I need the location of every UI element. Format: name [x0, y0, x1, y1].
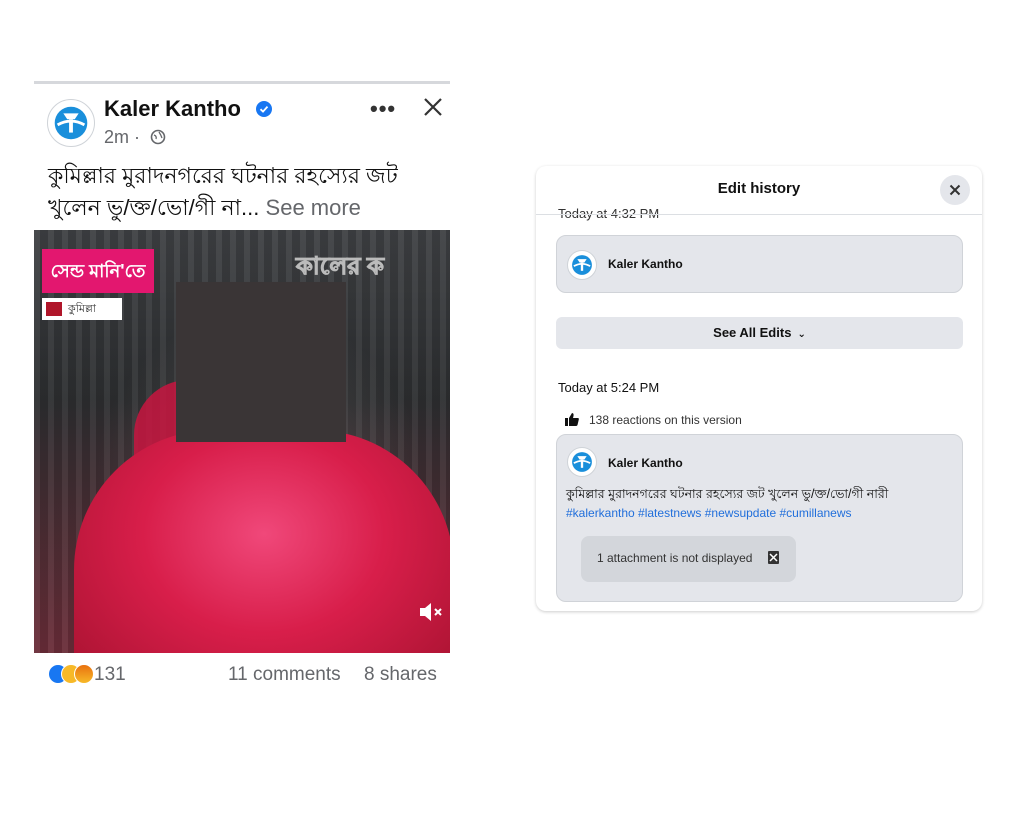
version-time: Today at 5:24 PM: [558, 380, 660, 395]
page-avatar-logo[interactable]: [47, 99, 95, 147]
see-all-edits-button[interactable]: See All Edits ⌄: [556, 317, 963, 349]
version-card: Kaler Kantho কুমিল্লার মুরাদনগরের ঘটনার …: [556, 434, 963, 602]
location-tag-text: কুমিল্লা: [68, 303, 96, 315]
globe-icon: [150, 129, 166, 145]
card-page-name: Kaler Kantho: [608, 456, 683, 470]
version-card: Kaler Kantho: [556, 235, 963, 293]
close-icon[interactable]: [421, 95, 445, 119]
attachment-notice-text: 1 attachment is not displayed: [597, 551, 753, 565]
shares-count[interactable]: 8 shares: [364, 664, 437, 686]
version-text: কুমিল্লার মুরাদনগরের ঘটনার রহস্যের জট খু…: [566, 487, 889, 501]
dialog-title: Edit history: [717, 180, 801, 197]
location-flag-icon: [46, 302, 62, 316]
video-location-tag: কুমিল্লা: [42, 298, 122, 320]
card-page-name: Kaler Kantho: [608, 257, 683, 271]
page-avatar-logo: [567, 250, 597, 280]
facebook-post: Kaler Kantho 2m · ••• কুমিল্লার মুরাদনগর…: [34, 86, 450, 706]
see-more-link[interactable]: See more: [266, 195, 361, 220]
angry-reaction-icon: [74, 664, 94, 684]
face-censor-box: [176, 282, 346, 442]
hidden-image-icon: [767, 550, 781, 565]
top-divider: [34, 81, 450, 84]
comments-count[interactable]: 11 comments: [228, 664, 341, 686]
reaction-count[interactable]: 131: [94, 664, 126, 686]
page-avatar-logo: [567, 447, 597, 477]
chevron-down-icon: ⌄: [797, 329, 806, 340]
post-video[interactable]: সেন্ড মানি'তে কুমিল্লা কালের ক: [34, 230, 450, 653]
video-caption-tag: সেন্ড মানি'তে: [42, 249, 154, 293]
edit-history-dialog: Today at 4:32 PM Edit history Kaler Kant…: [536, 166, 982, 611]
dialog-divider: [536, 214, 982, 215]
video-watermark: কালের ক: [296, 253, 385, 281]
post-timestamp[interactable]: 2m ·: [104, 127, 140, 148]
attachment-notice: 1 attachment is not displayed: [581, 536, 796, 582]
see-all-edits-label: See All Edits: [713, 325, 792, 340]
post-caption: কুমিল্লার মুরাদনগরের ঘটনার রহস্যের জট খু…: [48, 160, 443, 224]
dialog-close-button[interactable]: [940, 175, 970, 205]
version-hashtags[interactable]: #kalerkantho #latestnews #newsupdate #cu…: [566, 506, 956, 520]
video-figure: [74, 430, 450, 653]
more-options-button[interactable]: •••: [370, 96, 396, 122]
verified-badge-icon: [256, 101, 272, 117]
version-reactions[interactable]: 138 reactions on this version: [589, 413, 742, 427]
mute-icon[interactable]: [418, 600, 444, 624]
thumbs-up-icon: [565, 413, 579, 426]
page-name[interactable]: Kaler Kantho: [104, 96, 241, 122]
